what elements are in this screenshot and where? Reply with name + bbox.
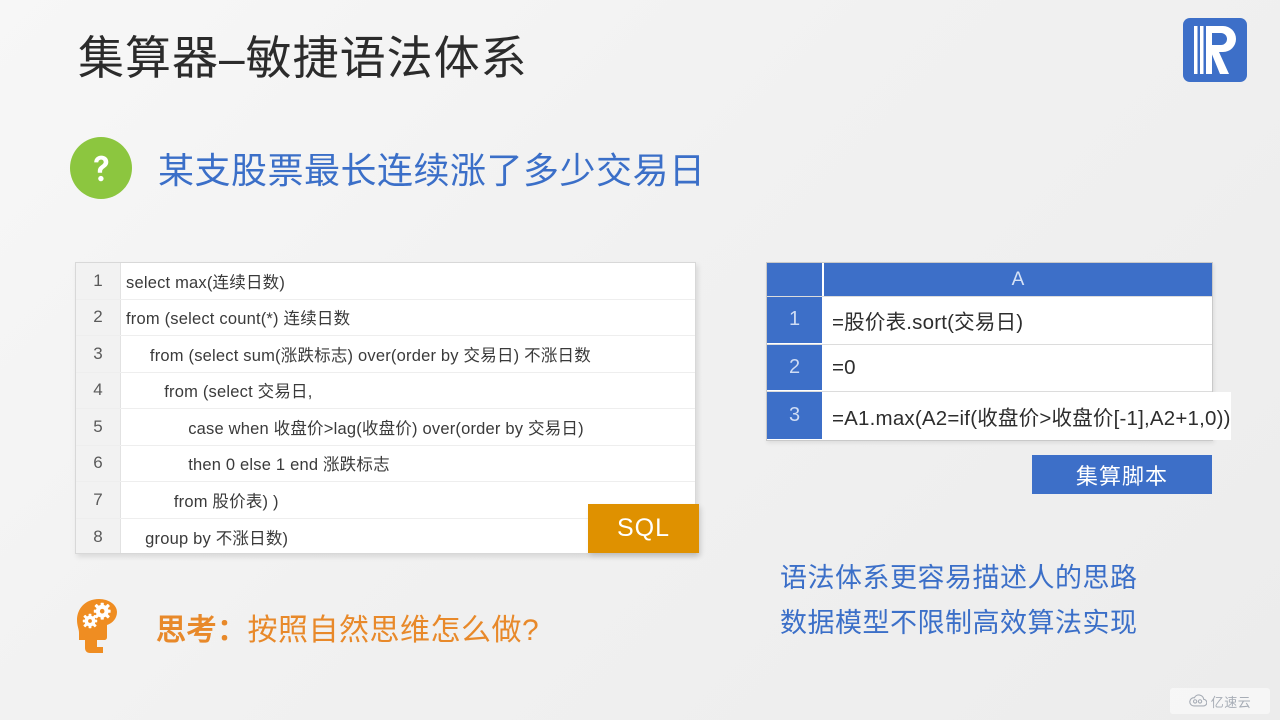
code-text: then 0 else 1 end 涨跌标志	[126, 456, 390, 475]
grid-cell[interactable]: =股价表.sort(交易日)	[824, 297, 1212, 344]
code-line: 3 from (select sum(涨跌标志) over(order by 交…	[76, 336, 695, 373]
think-lead: 思考：	[156, 614, 248, 647]
code-text: case when 收盘价>lag(收盘价) over(order by 交易日…	[126, 419, 584, 438]
line-number: 2	[76, 299, 121, 335]
grid-row-number: 3	[767, 392, 824, 440]
line-number: 4	[76, 372, 121, 408]
table-row: 3 =A1.max(A2=if(收盘价>收盘价[-1],A2+1,0))	[767, 392, 1231, 440]
watermark: 亿速云	[1170, 688, 1270, 714]
head-gears-icon	[77, 599, 117, 653]
table-row: 1 =股价表.sort(交易日)	[767, 297, 1212, 345]
watermark-text: 亿速云	[1210, 694, 1252, 710]
code-line: 5 case when 收盘价>lag(收盘价) over(order by 交…	[76, 409, 695, 446]
line-number: 5	[76, 409, 121, 445]
takeaway-list: 语法体系更容易描述人的思路 数据模型不限制高效算法实现	[780, 556, 1138, 646]
code-line: 6 then 0 else 1 end 涨跌标志	[76, 445, 695, 482]
spl-script-badge: 集算脚本	[1032, 455, 1212, 494]
code-text: from (select sum(涨跌标志) over(order by 交易日…	[126, 346, 591, 365]
page-title: 集算器–敏捷语法体系	[78, 32, 528, 84]
takeaway-item: 数据模型不限制高效算法实现	[780, 608, 1138, 638]
line-number: 8	[76, 518, 121, 553]
line-number: 7	[76, 482, 121, 518]
raqsoft-logo	[1183, 18, 1247, 82]
question-mark-icon	[70, 137, 132, 199]
table-row: 2 =0	[767, 344, 1212, 392]
line-number: 3	[76, 336, 121, 372]
grid-cell[interactable]: =A1.max(A2=if(收盘价>收盘价[-1],A2+1,0))	[824, 392, 1231, 440]
grid-header-row: A	[767, 263, 1212, 297]
line-number: 6	[76, 445, 121, 481]
code-text: from (select count(*) 连续日数	[126, 310, 351, 329]
grid-column-header-a: A	[824, 263, 1212, 296]
think-row: 思考：按照自然思维怎么做?	[68, 597, 539, 657]
code-line: 4 from (select 交易日,	[76, 372, 695, 409]
takeaway-item: 语法体系更容易描述人的思路	[780, 563, 1138, 593]
code-text: select max(连续日数)	[126, 273, 286, 292]
grid-cell[interactable]: =0	[824, 344, 1212, 391]
line-number: 1	[76, 263, 121, 299]
grid-row-number: 1	[767, 297, 824, 344]
cloud-icon	[1188, 694, 1207, 707]
grid-corner-cell	[767, 263, 824, 296]
code-line: 2 from (select count(*) 连续日数	[76, 299, 695, 336]
think-text: 思考：按照自然思维怎么做?	[156, 605, 539, 649]
code-text: group by 不涨日数)	[126, 529, 289, 548]
question-text: 某支股票最长连续涨了多少交易日	[158, 150, 706, 191]
think-body: 按照自然思维怎么做?	[247, 614, 540, 647]
code-text: from 股价表) )	[126, 492, 279, 511]
slide-canvas: 集算器–敏捷语法体系 某支股票最长连续涨了多少交易日 1 select max(…	[0, 0, 1280, 720]
code-line: 1 select max(连续日数)	[76, 263, 695, 300]
sql-badge: SQL	[588, 504, 699, 553]
spl-script-grid: A 1 =股价表.sort(交易日) 2 =0 3 =A1.max(A2=if(…	[766, 262, 1231, 441]
grid-row-number: 2	[767, 344, 824, 391]
question-row: 某支股票最长连续涨了多少交易日	[70, 137, 706, 199]
code-text: from (select 交易日,	[126, 383, 313, 402]
